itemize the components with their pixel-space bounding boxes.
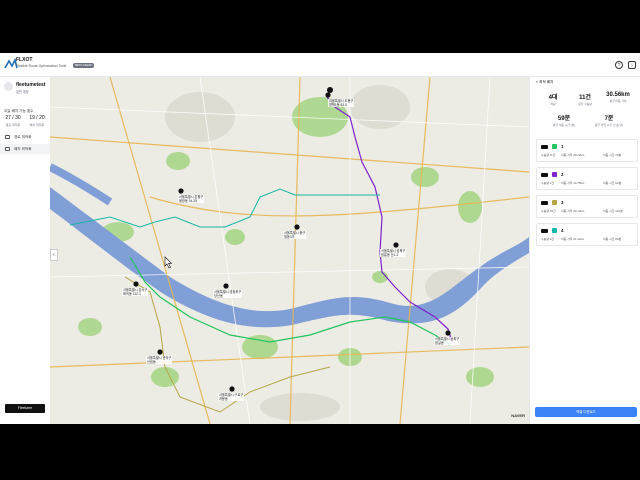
map-label-6: 서울특별시 영등포구 당산동 xyxy=(213,290,243,298)
map-canvas xyxy=(50,77,529,424)
vehicle-time: 이동 시간 62분 xyxy=(603,181,622,185)
brand-name: FLXOT xyxy=(16,57,33,63)
summary-orders-label: 정산 수송량 xyxy=(578,102,592,106)
summary-vehicles-value: 4대 xyxy=(548,95,558,101)
vehicle-card-4[interactable]: 4 수송량 9건 이동 거리 21.11km 이동 시간 84분 xyxy=(536,223,638,246)
quota-route-label: 경로 최적화 xyxy=(5,123,21,127)
truck-icon xyxy=(541,145,548,149)
map-label-7: 서울특별시 관악구 신림동 xyxy=(146,356,173,364)
quota-title: 오늘 배차 가능 횟수 xyxy=(4,109,34,113)
vehicle-number: 4 xyxy=(561,228,564,233)
beta-badge: BETA DEMO xyxy=(73,63,95,68)
vehicle-distance: 이동 거리 30.13km xyxy=(561,209,585,213)
summary-time-value: 59분 xyxy=(557,116,571,122)
summary-vehicles: 4대 차량 xyxy=(535,92,571,106)
vehicle-orders: 수송량 15건 xyxy=(541,209,556,213)
map-label-5: 서울특별시 강서구 화곡동 122-1 xyxy=(122,288,149,296)
map-label-1: 서울특별시 도봉구 방학1동 63-5 xyxy=(328,99,355,107)
summary-work-time-label: 평균 작업 시간 (수송 당) xyxy=(594,123,624,127)
fleetume-button[interactable]: Fleetume xyxy=(5,404,45,413)
app-window: FLXOT Flexible Route Optimization Tools … xyxy=(0,53,640,424)
vehicle-orders: 수송량 2건 xyxy=(541,181,555,185)
nav-route-optimization[interactable]: 경로 최적화 xyxy=(0,132,50,142)
right-panel: < 최적 배차 4대 차량 11건 정산 수송량 30.56km 평균 이동 거… xyxy=(529,77,640,424)
summary-time: 59분 평균 이동 시간 (분) xyxy=(546,113,582,127)
top-header: FLXOT Flexible Route Optimization Tools … xyxy=(0,53,640,77)
vehicle-color-swatch xyxy=(552,200,557,205)
truck-icon xyxy=(541,173,548,177)
summary-orders-value: 11건 xyxy=(579,95,591,101)
nav-dispatch-label: 배차 최적화 xyxy=(14,147,32,151)
map-label-3: 서울특별시 성북구 정릉동 산1-1 xyxy=(380,249,407,257)
vehicle-color-swatch xyxy=(552,144,557,149)
user-name: fleetumetest xyxy=(16,82,46,88)
map-label-9: 서울특별시 송파구 잠실동 xyxy=(434,337,461,345)
vehicle-color-swatch xyxy=(552,228,557,233)
vehicle-time: 이동 시간 142분 xyxy=(603,209,623,213)
collapse-sidebar-button[interactable]: ‹ xyxy=(50,249,58,261)
vehicle-time: 이동 시간 79분 xyxy=(603,153,622,157)
vehicle-number: 3 xyxy=(561,200,564,205)
vehicle-card-2[interactable]: 2 수송량 2건 이동 거리 10.75km 이동 시간 62분 xyxy=(536,167,638,190)
summary-distance-label: 평균 이동 거리 xyxy=(609,99,627,103)
left-sidebar: fleetumetest 일반 계정 오늘 배차 가능 횟수 27 / 30 경… xyxy=(0,77,51,424)
truck-icon xyxy=(541,201,548,205)
brand-subtitle: Flexible Route Optimization Tools xyxy=(16,64,67,68)
route-icon xyxy=(5,135,10,139)
excel-download-button[interactable]: 엑셀 다운로드 xyxy=(535,407,637,417)
sidebar-toggle-icon[interactable]: › xyxy=(628,61,636,69)
map-label-8: 서울특별시 구로구 개봉동 xyxy=(218,393,245,401)
summary-time-label: 평균 이동 시간 (분) xyxy=(552,123,576,127)
question-circle-icon[interactable]: ? xyxy=(615,61,623,69)
summary-work-time-value: 7분 xyxy=(604,116,614,122)
quota-dispatch-value: 19 / 20 xyxy=(29,115,45,121)
quota-route-value: 27 / 30 xyxy=(5,115,21,121)
route-4-line xyxy=(69,188,380,228)
map-label-2: 서울특별시 은평구 불광동 34-25 xyxy=(178,195,205,203)
nav-route-label: 경로 최적화 xyxy=(14,135,32,139)
vehicle-time: 이동 시간 84분 xyxy=(603,237,622,241)
map-label-4: 서울특별시 중구 필동3가 xyxy=(283,231,307,239)
vehicle-number: 1 xyxy=(561,144,564,149)
nav-dispatch-optimization[interactable]: 배차 최적화 xyxy=(0,144,50,154)
truck-icon xyxy=(5,147,10,151)
mouse-cursor xyxy=(164,256,173,269)
vehicle-distance: 이동 거리 10.75km xyxy=(561,181,585,185)
quota-dispatch-label: 배차 최적화 xyxy=(29,123,45,127)
vehicle-number: 2 xyxy=(561,172,564,177)
vehicle-orders: 수송량 11건 xyxy=(541,153,556,157)
map-provider-logo: NAVER xyxy=(511,413,525,418)
summary-distance-value: 30.56km xyxy=(606,92,630,98)
vehicle-color-swatch xyxy=(552,172,557,177)
summary-distance: 30.56km 평균 이동 거리 xyxy=(600,92,636,103)
vehicle-card-1[interactable]: 1 수송량 11건 이동 거리 20.22km 이동 시간 79분 xyxy=(536,139,638,162)
summary-work-time: 7분 평균 작업 시간 (수송 당) xyxy=(586,113,632,127)
vehicle-card-3[interactable]: 3 수송량 15건 이동 거리 30.13km 이동 시간 142분 xyxy=(536,195,638,218)
summary-vehicles-label: 차량 xyxy=(550,102,556,106)
user-role: 일반 계정 xyxy=(16,90,29,94)
avatar xyxy=(4,82,13,91)
vehicle-distance: 이동 거리 20.22km xyxy=(561,153,585,157)
route-map[interactable]: ‹ 서울특별시 도봉구 방학1동 63-5 서울특별시 은평구 불광동 34-2… xyxy=(50,77,529,424)
vehicle-orders: 수송량 9건 xyxy=(541,237,555,241)
truck-icon xyxy=(541,229,548,233)
vehicle-distance: 이동 거리 21.11km xyxy=(561,237,585,241)
summary-orders: 11건 정산 수송량 xyxy=(567,92,603,106)
back-to-dispatch[interactable]: < 최적 배차 xyxy=(536,80,553,85)
